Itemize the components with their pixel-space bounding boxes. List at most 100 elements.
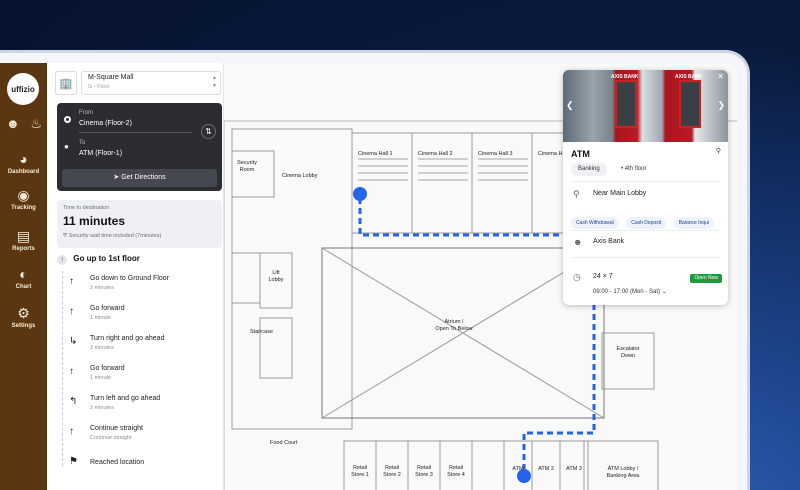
app-logo[interactable]: uffizio (7, 73, 39, 105)
hours-select[interactable]: 09:00 - 17:00 (Mon - Sat) ⌄ (593, 288, 667, 295)
map-label-lift-lobby: Lift Lobby (268, 270, 284, 283)
arrow-up-icon: ↑ (69, 366, 74, 377)
floor-up-icon: ↑ (57, 255, 67, 265)
list-item[interactable]: ↑ Continue straight Continue straight (57, 420, 222, 450)
map-label-security-room: Security Room (237, 160, 257, 173)
flag-icon: ⚑ (69, 456, 78, 467)
mall-select[interactable]: M-Square Mall G - Floor ▲ ▼ (81, 71, 221, 95)
rail-top-icons: ☻ ♨ (6, 116, 42, 132)
nav-rail: uffizio ☻ ♨ ◕ Dashboard ◉ Tracking ▤ Rep… (0, 63, 47, 490)
divider (571, 181, 720, 182)
atm-machine-image (679, 80, 701, 128)
list-item[interactable]: ↳ Turn right and go ahead 2 minutes (57, 330, 222, 360)
to-field[interactable]: ATM (Floor-1) (79, 150, 122, 157)
from-field[interactable]: Cinema (Floor-2) (79, 120, 132, 127)
list-item[interactable]: ⚑ Reached location (57, 450, 222, 480)
clock-icon: ◷ (573, 272, 581, 282)
next-photo-icon[interactable]: ❯ (717, 100, 725, 111)
step-text: Go down to Ground Floor (90, 275, 169, 282)
nav-item-chart[interactable]: ◐ Chart (0, 266, 47, 290)
map-label-atrium: Atrium / Open To Below (435, 319, 473, 332)
service-chip[interactable]: Balance Inqui (673, 217, 715, 229)
list-item[interactable]: ↑ Go forward 1 minute (57, 360, 222, 390)
map-label-retail-store-4[interactable]: Retail Store 4 (440, 465, 472, 479)
directions-panel: 🏢 M-Square Mall G - Floor ▲ ▼ From Cinema… (47, 63, 224, 490)
atm-machine-image (615, 80, 637, 128)
map-label-cinema-hall-2[interactable]: Cinema Hall 2 (418, 151, 453, 158)
route-divider (79, 132, 192, 133)
to-label: To (79, 140, 86, 146)
time-value: 11 minutes (63, 214, 126, 228)
chart-icon: ◐ (19, 266, 28, 282)
map-label-retail-store-2[interactable]: Retail Store 2 (376, 465, 408, 479)
dashboard-icon: ◕ (19, 151, 28, 167)
service-chip[interactable]: Cash Deposit (626, 217, 667, 229)
direction-steps: ↑ Go down to Ground Floor 2 minutes ↑ Go… (57, 270, 222, 480)
origin-dot-icon (64, 116, 71, 123)
share-icon[interactable]: ⚲ (716, 147, 721, 155)
prev-photo-icon[interactable]: ❮ (566, 100, 574, 111)
nav-item-reports[interactable]: ▤ Reports (0, 228, 47, 252)
nav-label: Tracking (11, 205, 36, 211)
location-pin-icon: ⚲ (573, 189, 580, 199)
swap-route-button[interactable]: ⇅ (201, 124, 216, 139)
step-duration: 2 minutes (90, 405, 114, 411)
list-item[interactable]: ↑ Go forward 1 minute (57, 300, 222, 330)
nav-item-dashboard[interactable]: ◕ Dashboard (0, 151, 47, 175)
nav-item-settings[interactable]: ⚙ Settings (0, 305, 47, 329)
bell-icon[interactable]: ♨ (30, 116, 42, 132)
from-label: From (79, 110, 93, 116)
user-icon[interactable]: ☻ (6, 116, 20, 132)
step-text: Turn right and go ahead (90, 335, 165, 342)
place-photo: AXIS BANK AXIS BANK ❮ ❯ ✕ (563, 70, 728, 142)
close-icon[interactable]: ✕ (717, 72, 724, 81)
map-label-retail-store-1[interactable]: Retail Store 1 (344, 465, 376, 479)
arrow-up-icon: ↑ (69, 276, 74, 287)
turn-left-icon: ↰ (69, 396, 78, 407)
turn-right-icon: ↳ (69, 336, 78, 347)
destination-pin-icon: ● (64, 142, 69, 151)
select-arrows-icon: ▲ ▼ (212, 75, 217, 89)
place-title: ATM (571, 149, 590, 159)
security-note-text: Security wait time included (7minutes) (68, 233, 162, 239)
tracking-icon: ◉ (17, 187, 30, 203)
divider (571, 257, 720, 258)
mall-selector: 🏢 M-Square Mall G - Floor ▲ ▼ (55, 71, 221, 97)
settings-icon: ⚙ (17, 305, 30, 321)
nav-item-tracking[interactable]: ◉ Tracking (0, 187, 47, 211)
category-badge: Banking (571, 163, 607, 176)
map-label-cinema-hall-1[interactable]: Cinema Hall 1 (358, 151, 393, 158)
arrow-up-icon: ↑ (69, 426, 74, 437)
place-floor: • 4th floor (621, 166, 647, 172)
map-label-atm-2[interactable]: ATM 2 (532, 466, 560, 473)
map-label-cinema-hall-3[interactable]: Cinema Hall 3 (478, 151, 513, 158)
map-label-atm-lobby: ATM Lobby / Banking Area (606, 466, 640, 479)
shield-icon: ⛨ (63, 233, 68, 239)
get-directions-button[interactable]: ➤ Get Directions (62, 169, 217, 187)
time-to-destination: Time to destination 11 minutes ⛨ Securit… (57, 200, 222, 248)
map-label-retail-store-3[interactable]: Retail Store 3 (408, 465, 440, 479)
map-label-atm[interactable]: ATM (504, 466, 532, 473)
step-text: Go forward (90, 365, 125, 372)
mall-name: M-Square Mall (88, 74, 134, 81)
arrow-up-icon: ↑ (69, 306, 74, 317)
app-screen: uffizio ☻ ♨ ◕ Dashboard ◉ Tracking ▤ Rep… (0, 63, 737, 490)
floor-change-heading: ↑ Go up to 1st floor (57, 254, 140, 265)
nav-label: Reports (12, 246, 35, 252)
list-item[interactable]: ↰ Turn left and go ahead 2 minutes (57, 390, 222, 420)
chevron-down-icon: ⌄ (661, 289, 667, 295)
device-frame: uffizio ☻ ♨ ◕ Dashboard ◉ Tracking ▤ Rep… (0, 50, 750, 490)
map-label-atm-3[interactable]: ATM 3 (560, 466, 588, 473)
availability-text: 24 × 7 (593, 273, 613, 280)
place-location: Near Main Lobby (593, 190, 647, 197)
step-text: Reached location (90, 459, 145, 466)
directions-icon: ➤ (113, 174, 120, 181)
map-label-staircase: Staircase (250, 329, 273, 335)
step-duration: 1 minute (90, 315, 112, 321)
bank-name: Axis Bank (593, 238, 625, 245)
list-item[interactable]: ↑ Go down to Ground Floor 2 minutes (57, 270, 222, 300)
map-label-cinema-hall-4[interactable]: Cinema H (538, 151, 562, 158)
service-chip[interactable]: Cash Withdrawal (571, 217, 619, 229)
hours-text: 09:00 - 17:00 (Mon - Sat) (593, 289, 661, 295)
time-label: Time to destination (63, 205, 110, 211)
